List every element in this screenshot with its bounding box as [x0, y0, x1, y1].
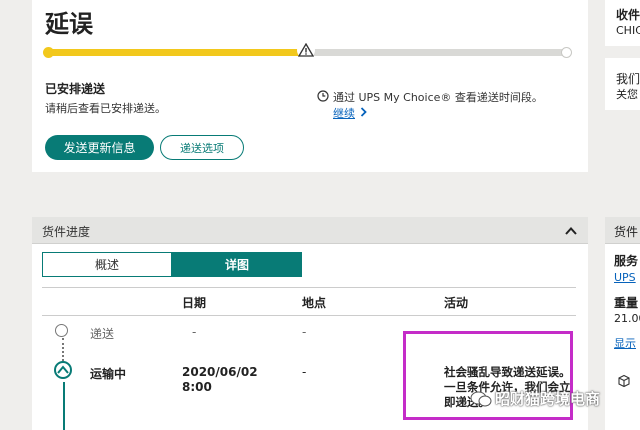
- continue-link-label: 继续: [333, 107, 355, 120]
- contact-card: 我们 关您: [605, 58, 640, 110]
- weight-label: 重量: [614, 296, 639, 310]
- progress-end-dot: [561, 47, 572, 58]
- service-label: 服务: [614, 254, 639, 268]
- contact-line-2: 关您: [616, 88, 638, 101]
- panel-header[interactable]: 货件进度: [32, 217, 588, 244]
- row-location: -: [302, 325, 307, 339]
- wechat-icon: [470, 391, 492, 406]
- row-date: -: [192, 325, 197, 339]
- status-card: 延误 已安排递送 请稍后查看已安排递送。 通过 UPS My Choice® 查…: [32, 0, 588, 172]
- watermark-text: 昭财猫跨境电商: [495, 390, 601, 408]
- my-choice-info: 通过 UPS My Choice® 查看递送时间段。: [317, 89, 543, 105]
- delivery-options-button[interactable]: 递送选项: [160, 135, 244, 160]
- contact-line-1: 我们: [616, 72, 640, 86]
- view-tabs: 概述 详图: [42, 252, 302, 277]
- row-date: 2020/06/02 8:00: [182, 365, 258, 394]
- shipment-details-header: 货件: [605, 217, 640, 244]
- send-updates-button[interactable]: 发送更新信息: [45, 135, 154, 160]
- scheduled-delivery-title: 已安排递送: [45, 82, 106, 96]
- service-value[interactable]: UPS: [614, 271, 636, 284]
- progress-track: [43, 41, 572, 59]
- row-status: 运输中: [90, 367, 127, 381]
- tab-overview[interactable]: 概述: [42, 252, 172, 277]
- chevron-up-icon[interactable]: [564, 223, 578, 237]
- watermark: 昭财猫跨境电商: [470, 388, 600, 409]
- row-status: 递送: [90, 327, 115, 341]
- warning-icon: [297, 41, 315, 59]
- chevron-right-icon: [360, 106, 367, 120]
- table-header: 日期 地点 活动: [42, 287, 576, 316]
- weight-value: 21.00: [614, 312, 640, 325]
- column-activity: 活动: [444, 296, 469, 310]
- recipient-city: CHIC: [616, 24, 640, 37]
- shipment-details-card: 货件 服务 UPS 重量 21.00 显示: [605, 217, 640, 430]
- scheduled-delivery-subtitle: 请稍后查看已安排递送。: [45, 102, 166, 115]
- panel-title: 货件进度: [42, 225, 91, 239]
- tab-details[interactable]: 详图: [172, 252, 302, 277]
- shipment-details-title: 货件: [614, 225, 639, 239]
- progress-fill: [45, 49, 307, 56]
- column-location: 地点: [302, 296, 327, 310]
- my-choice-text: 通过 UPS My Choice® 查看递送时间段。: [333, 91, 543, 104]
- row-location: -: [302, 365, 307, 379]
- delivery-status-title: 延误: [45, 10, 93, 38]
- recipient-label: 收件: [616, 8, 640, 22]
- show-more-link[interactable]: 显示: [614, 335, 636, 351]
- clock-icon: [317, 89, 329, 105]
- recipient-card: 收件 CHIC: [605, 0, 640, 46]
- continue-link[interactable]: 继续: [333, 105, 367, 121]
- package-icon: [617, 373, 631, 388]
- progress-start-dot: [43, 47, 54, 58]
- column-date: 日期: [182, 296, 207, 310]
